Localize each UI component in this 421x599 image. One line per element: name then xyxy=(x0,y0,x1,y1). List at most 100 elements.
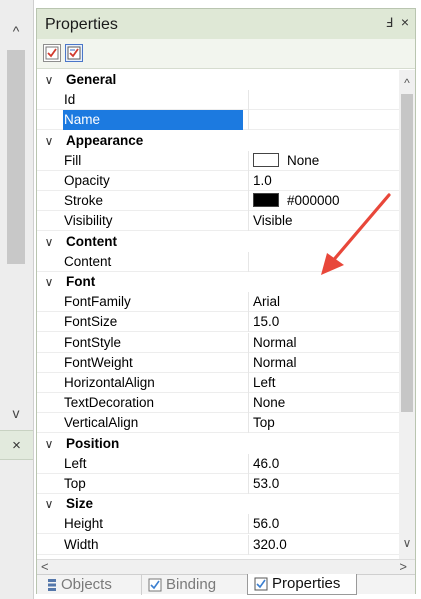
property-value[interactable]: None xyxy=(248,150,399,171)
property-value[interactable]: Normal xyxy=(248,332,399,353)
property-name: TextDecoration xyxy=(64,395,155,411)
property-row[interactable]: Width 320.0 xyxy=(37,534,399,555)
categorized-icon xyxy=(45,46,59,60)
property-value[interactable] xyxy=(248,90,399,111)
scroll-right-icon[interactable]: > xyxy=(399,559,407,574)
category-row[interactable]: ∨ Position xyxy=(37,434,399,454)
property-row[interactable]: FontStyle Normal xyxy=(37,332,399,353)
property-value-text: None xyxy=(253,395,286,411)
property-value[interactable]: None xyxy=(248,393,399,414)
category-label: Font xyxy=(66,274,96,289)
property-value-text: 53.0 xyxy=(253,476,280,491)
property-name: FontWeight xyxy=(64,354,133,370)
property-name: Stroke xyxy=(64,193,104,209)
panel-titlebar: Properties Ⅎ × xyxy=(37,9,415,39)
property-name: Opacity xyxy=(64,173,110,188)
category-label: Size xyxy=(66,496,94,512)
property-value[interactable]: 56.0 xyxy=(248,514,399,535)
horizontal-scrollbar[interactable]: < > xyxy=(37,559,415,574)
tab-objects-label: Objects xyxy=(61,576,112,593)
property-row[interactable]: Id xyxy=(37,90,399,111)
chevron-down-icon[interactable]: ∨ xyxy=(41,434,57,454)
property-value[interactable]: Top xyxy=(248,413,399,434)
tab-properties[interactable]: Properties xyxy=(247,574,357,595)
property-value[interactable]: 320.0 xyxy=(248,534,399,555)
properties-icon xyxy=(254,577,268,596)
panel-title: Properties xyxy=(45,16,118,33)
property-name: Left xyxy=(64,455,87,471)
side-scroll-thumb[interactable] xyxy=(7,50,25,264)
property-row[interactable]: Name xyxy=(37,110,399,131)
chevron-down-icon[interactable]: ∨ xyxy=(41,494,57,514)
close-icon[interactable]: × xyxy=(401,14,409,30)
categorized-button[interactable] xyxy=(43,44,61,62)
properties-panel: Properties Ⅎ × ∨ General Id Name ∨ Appearance… xyxy=(36,8,416,595)
property-value[interactable]: Arial xyxy=(248,292,399,313)
side-close-icon[interactable]: × xyxy=(0,430,33,460)
property-row[interactable]: HorizontalAlign Left xyxy=(37,373,399,393)
property-value-text: Normal xyxy=(253,334,297,350)
tab-objects[interactable]: Objects xyxy=(41,575,139,595)
property-name: Id xyxy=(64,92,76,108)
vertical-scrollbar[interactable]: ^ ∨ xyxy=(399,70,415,559)
property-name: FontFamily xyxy=(64,294,131,310)
property-row[interactable]: TextDecoration None xyxy=(37,393,399,414)
tab-properties-label: Properties xyxy=(272,575,341,592)
property-name: Height xyxy=(64,516,104,532)
chevron-down-icon[interactable]: ∨ xyxy=(41,70,57,90)
property-value-text: 15.0 xyxy=(253,314,280,330)
property-name: Visibility xyxy=(64,213,113,229)
property-row[interactable]: FontWeight Normal xyxy=(37,352,399,373)
scroll-down-icon[interactable]: ∨ xyxy=(399,536,415,550)
property-value-text: 320.0 xyxy=(253,536,287,552)
property-row[interactable]: Fill None xyxy=(37,150,399,171)
side-scroll-up-button[interactable]: ^ xyxy=(4,20,28,42)
property-value-text: Top xyxy=(253,415,275,431)
property-name: VerticalAlign xyxy=(64,415,139,431)
property-value[interactable]: 46.0 xyxy=(248,453,399,474)
property-value[interactable] xyxy=(248,110,399,131)
color-swatch[interactable] xyxy=(253,152,279,167)
category-label: Position xyxy=(66,435,120,451)
color-swatch[interactable] xyxy=(253,193,279,208)
property-row[interactable]: VerticalAlign Top xyxy=(37,413,399,434)
property-row[interactable]: Left 46.0 xyxy=(37,453,399,474)
category-row[interactable]: ∨ Size xyxy=(37,494,399,514)
property-value[interactable]: Normal xyxy=(248,352,399,373)
property-row[interactable]: Opacity 1.0 xyxy=(37,171,399,191)
vertical-scroll-thumb[interactable] xyxy=(401,94,413,412)
tab-binding[interactable]: Binding xyxy=(141,575,245,595)
property-row[interactable]: Top 53.0 xyxy=(37,474,399,494)
category-row[interactable]: ∨ General xyxy=(37,70,399,90)
property-row[interactable]: Height 56.0 xyxy=(37,514,399,535)
property-grid: ∨ General Id Name ∨ Appearance Fill None Opacity… xyxy=(37,70,399,559)
property-row[interactable]: FontFamily Arial xyxy=(37,292,399,313)
alphabetical-button[interactable] xyxy=(65,44,83,62)
property-value-text: 56.0 xyxy=(253,516,280,532)
property-value[interactable]: 15.0 xyxy=(248,312,399,333)
annotation-arrow-icon xyxy=(321,193,391,275)
side-scroll-down-button[interactable]: v xyxy=(4,402,28,424)
binding-icon xyxy=(148,578,162,597)
property-name: FontSize xyxy=(64,314,118,330)
category-label: Content xyxy=(66,233,117,249)
objects-icon xyxy=(47,578,57,597)
property-name: Content xyxy=(64,253,112,269)
property-value[interactable]: 53.0 xyxy=(248,474,399,494)
scroll-up-icon[interactable]: ^ xyxy=(399,76,415,90)
pin-icon[interactable]: Ⅎ xyxy=(386,15,393,31)
chevron-down-icon[interactable]: ∨ xyxy=(41,272,57,292)
property-value-text: 46.0 xyxy=(253,455,280,471)
scroll-left-icon[interactable]: < xyxy=(41,559,49,574)
property-value-text: None xyxy=(287,152,320,168)
property-value[interactable]: 1.0 xyxy=(248,171,399,191)
category-row[interactable]: ∨ Appearance xyxy=(37,131,399,151)
chevron-down-icon[interactable]: ∨ xyxy=(41,232,57,252)
property-value-text: Arial xyxy=(253,294,281,310)
panel-tabs: Objects Binding Properties xyxy=(37,574,415,595)
chevron-down-icon[interactable]: ∨ xyxy=(41,131,57,151)
property-value[interactable]: Left xyxy=(248,373,399,393)
property-name: Name xyxy=(63,110,243,131)
property-row[interactable]: FontSize 15.0 xyxy=(37,312,399,333)
property-value-text: Normal xyxy=(253,354,297,370)
